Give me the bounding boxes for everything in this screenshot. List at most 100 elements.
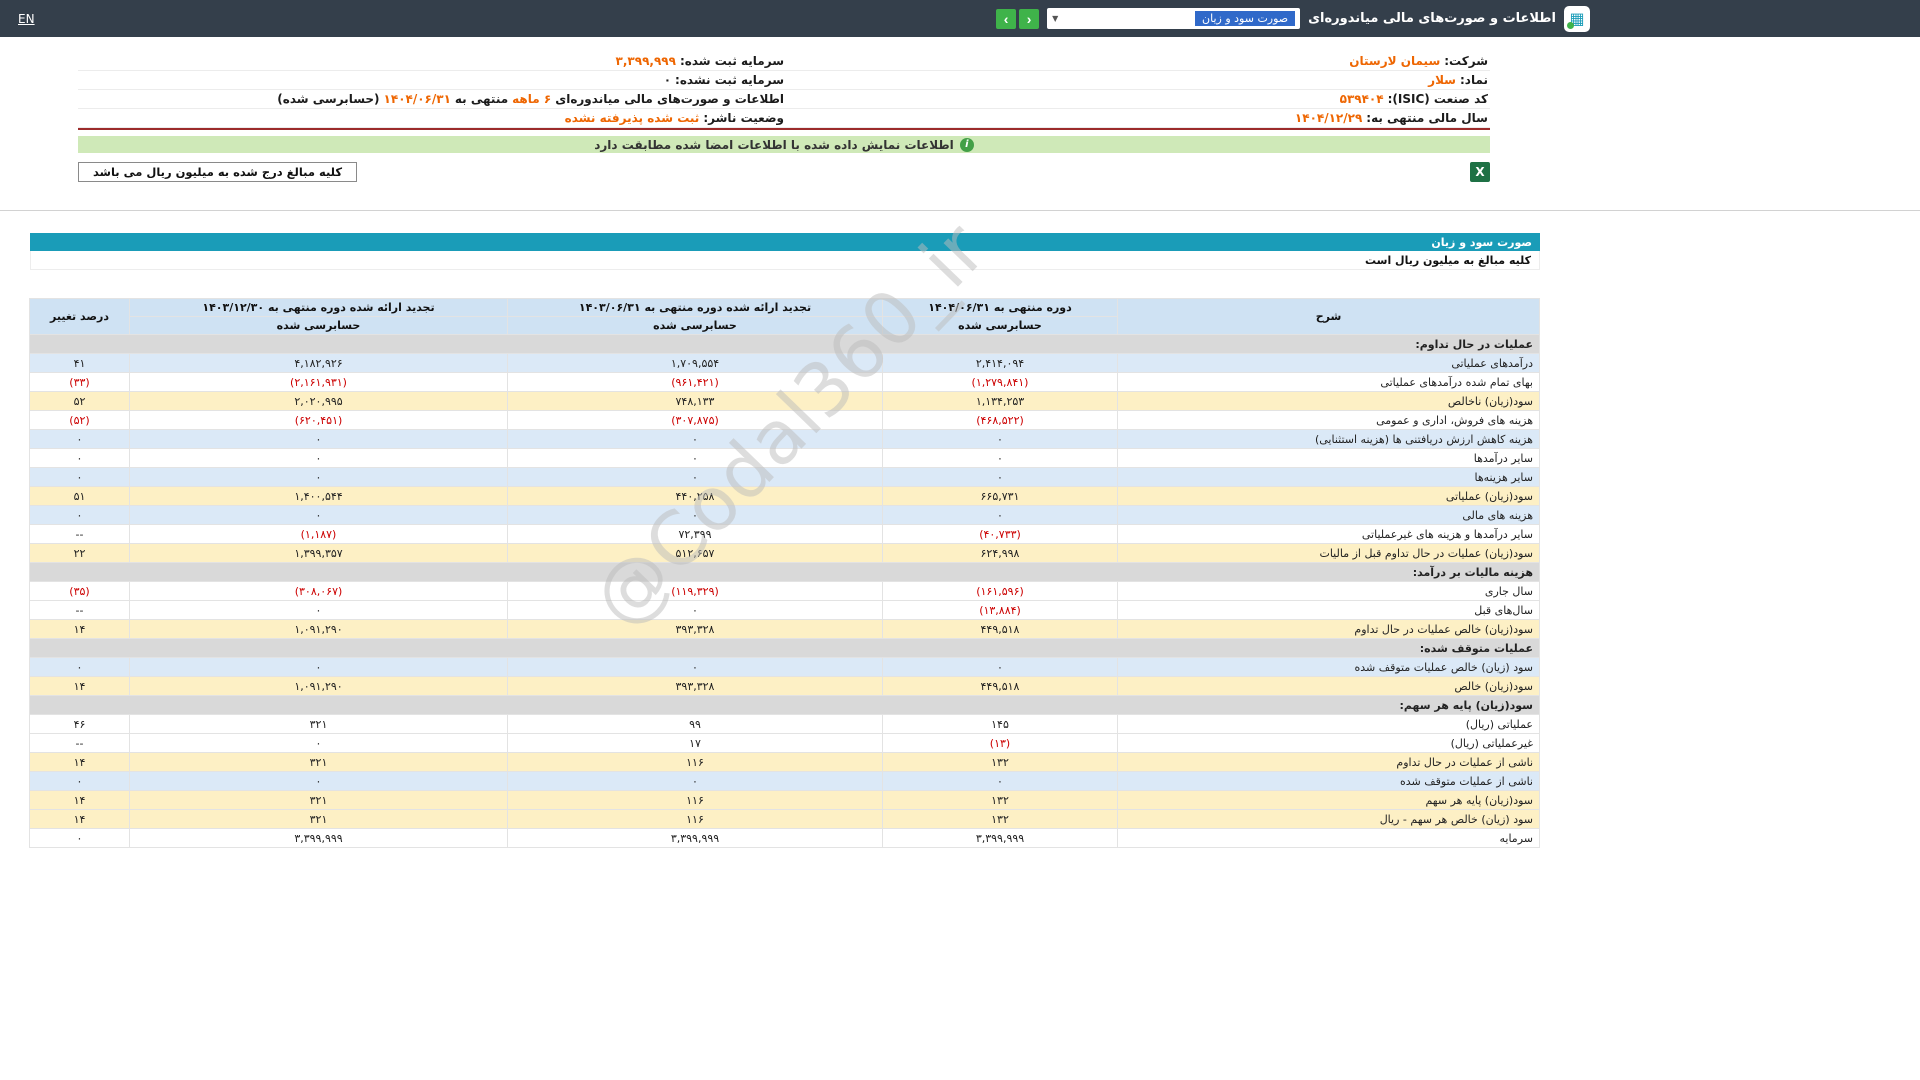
col-header-description: شرح xyxy=(1117,298,1540,335)
million-rial-note: کلیه مبالغ درج شده به میلیون ریال می باش… xyxy=(78,162,358,182)
row-description: درآمدهای عملیاتی xyxy=(1117,353,1540,373)
value-cell: ۰ xyxy=(507,771,883,791)
data-row: ناشی از عملیات در حال تداوم ۱۳۲ ۱۱۶ ۳۲۱ ۱۴ xyxy=(29,752,1540,772)
value-cell: ۱۴۵ xyxy=(882,714,1118,734)
section-title: عملیات در حال تداوم: xyxy=(29,334,1540,354)
section-divider xyxy=(0,210,1920,211)
value-cell: ۶۲۴,۹۹۸ xyxy=(882,543,1118,563)
info-value: سلار xyxy=(1428,73,1456,87)
company-info-row-unregistered-capital: سرمایه ثبت نشده: ۰ xyxy=(78,71,784,90)
value-cell: (۴۶۸,۵۲۲) xyxy=(882,410,1118,430)
signature-match-banner: i اطلاعات نمایش داده شده با اطلاعات امضا… xyxy=(78,136,1490,153)
change-cell: ۰ xyxy=(29,657,130,677)
data-row: سرمایه ۳,۳۹۹,۹۹۹ ۳,۳۹۹,۹۹۹ ۳,۳۹۹,۹۹۹ ۰ xyxy=(29,828,1540,848)
value-cell: ۰ xyxy=(507,600,883,620)
value-cell: ۰ xyxy=(882,657,1118,677)
chevron-down-icon: ▼ xyxy=(1052,14,1059,23)
data-row: سود(زیان) عملیات در حال تداوم قبل از مال… xyxy=(29,543,1540,563)
value-cell: ۱,۳۹۹,۳۵۷ xyxy=(129,543,508,563)
row-description: عملیاتی (ریال) xyxy=(1117,714,1540,734)
value-cell: ۰ xyxy=(129,429,508,449)
info-label: سال مالی منتهی به: xyxy=(1366,111,1488,125)
data-row: بهای تمام شده درآمدهای عملیاتی (۱,۲۷۹,۸۴۱… xyxy=(29,372,1540,392)
row-description: سال جاری xyxy=(1117,581,1540,601)
value-cell: ۰ xyxy=(882,467,1118,487)
value-cell: (۴۰,۷۳۳) xyxy=(882,524,1118,544)
value-cell: ۰ xyxy=(507,429,883,449)
col-header-period-2: تجدید ارائه شده دوره منتهی به ۱۴۰۳/۰۶/۳۱ xyxy=(507,298,883,317)
data-row: سال جاری (۱۶۱,۵۹۶) (۱۱۹,۳۲۹) (۳۰۸,۰۶۷) (۳۵) xyxy=(29,581,1540,601)
value-cell: ۲,۰۲۰,۹۹۵ xyxy=(129,391,508,411)
change-cell: ۰ xyxy=(29,429,130,449)
company-info-row-isic-code: کد صنعت (ISIC): ۵۳۹۴۰۴ xyxy=(784,90,1490,109)
prev-statement-button[interactable]: ‹ xyxy=(996,8,1017,29)
data-row: درآمدهای عملیاتی ۲,۴۱۴,۰۹۴ ۱,۷۰۹,۵۵۴ ۴,۱۸۲,… xyxy=(29,353,1540,373)
info-value: ۶ ماهه xyxy=(512,92,552,106)
data-row: سود(زیان) عملیاتی ۶۶۵,۷۳۱ ۴۴۰,۲۵۸ ۱,۴۰۰,۵۴۴… xyxy=(29,486,1540,506)
value-cell: ۱,۴۰۰,۵۴۴ xyxy=(129,486,508,506)
income-statement-table: شرح دوره منتهی به ۱۴۰۴/۰۶/۳۱ تجدید ارائه ش… xyxy=(29,298,1540,848)
signature-match-text: اطلاعات نمایش داده شده با اطلاعات امضا ش… xyxy=(594,137,954,152)
data-row: غیرعملیاتی (ریال) (۱۳) ۱۷ ۰ -- xyxy=(29,733,1540,753)
value-cell: ۳۲۱ xyxy=(129,752,508,772)
section-row: هزینه مالیات بر درآمد: xyxy=(29,562,1540,582)
change-cell: ۱۴ xyxy=(29,809,130,829)
value-cell: (۱,۲۷۹,۸۴۱) xyxy=(882,372,1118,392)
language-en-link[interactable]: EN xyxy=(18,12,35,26)
row-description: سود(زیان) عملیات در حال تداوم قبل از مال… xyxy=(1117,543,1540,563)
value-cell: ۴۴۹,۵۱۸ xyxy=(882,619,1118,639)
statement-type-select[interactable]: صورت سود و زیان ▼ xyxy=(1047,8,1301,29)
value-cell: ۹۹ xyxy=(507,714,883,734)
value-cell: ۰ xyxy=(129,448,508,468)
statement-table-body: عملیات در حال تداوم: درآمدهای عملیاتی ۲,۴۱… xyxy=(29,334,1540,848)
info-label: سرمایه ثبت نشده: xyxy=(675,73,784,87)
section-title: هزینه مالیات بر درآمد: xyxy=(29,562,1540,582)
value-cell: ۴,۱۸۲,۹۲۶ xyxy=(129,353,508,373)
company-info-row-fiscal-year-end: سال مالی منتهی به: ۱۴۰۴/۱۲/۲۹ xyxy=(784,109,1490,128)
col-subheader-audited-3: حسابرسی شده xyxy=(129,316,508,335)
info-value: سیمان لارستان xyxy=(1349,54,1441,68)
change-cell: ۱۴ xyxy=(29,676,130,696)
value-cell: ۴۴۰,۲۵۸ xyxy=(507,486,883,506)
row-description: ناشی از عملیات متوقف شده xyxy=(1117,771,1540,791)
excel-export-icon[interactable]: X xyxy=(1470,162,1490,182)
value-cell: (۱۱۹,۳۲۹) xyxy=(507,581,883,601)
statement-title: صورت سود و زیان xyxy=(1431,235,1532,249)
row-description: سود(زیان) عملیاتی xyxy=(1117,486,1540,506)
value-cell: ۱۳۲ xyxy=(882,752,1118,772)
info-value: ۵۳۹۴۰۴ xyxy=(1339,92,1384,106)
info-value: ۳,۳۹۹,۹۹۹ xyxy=(615,54,676,68)
statement-units-note: کلیه مبالغ به میلیون ریال است xyxy=(30,251,1540,270)
value-cell: ۱۱۶ xyxy=(507,809,883,829)
value-cell: ۱۱۶ xyxy=(507,790,883,810)
info-label: (حسابرسی شده) xyxy=(277,92,380,106)
navbar-content: ▦ اطلاعات و صورت‌های مالی میاندوره‌ای صو… xyxy=(996,0,1590,37)
value-cell: ۲,۴۱۴,۰۹۴ xyxy=(882,353,1118,373)
row-description: سود (زیان) خالص هر سهم - ریال xyxy=(1117,809,1540,829)
value-cell: ۱,۷۰۹,۵۵۴ xyxy=(507,353,883,373)
data-row: عملیاتی (ریال) ۱۴۵ ۹۹ ۳۲۱ ۴۶ xyxy=(29,714,1540,734)
codal360-logo-icon[interactable]: ▦ xyxy=(1564,5,1590,32)
info-label: اطلاعات و صورت‌های مالی میاندوره‌ای xyxy=(555,92,784,106)
change-cell: ۴۱ xyxy=(29,353,130,373)
change-cell: -- xyxy=(29,600,130,620)
value-cell: ۳,۳۹۹,۹۹۹ xyxy=(882,828,1118,848)
col-header-period-1: دوره منتهی به ۱۴۰۴/۰۶/۳۱ xyxy=(882,298,1118,317)
company-info-right: شرکت: سیمان لارستان نماد: سلار کد صنعت (ISIC… xyxy=(784,52,1490,128)
change-cell: ۵۲ xyxy=(29,391,130,411)
statement-table-head: شرح دوره منتهی به ۱۴۰۴/۰۶/۳۱ تجدید ارائه ش… xyxy=(29,298,1540,335)
change-cell: ۱۴ xyxy=(29,619,130,639)
value-cell: ۳۹۳,۳۲۸ xyxy=(507,619,883,639)
value-cell: ۰ xyxy=(129,657,508,677)
row-description: سود(زیان) ناخالص xyxy=(1117,391,1540,411)
company-info-row-registered-capital: سرمایه ثبت شده: ۳,۳۹۹,۹۹۹ xyxy=(78,52,784,71)
value-cell: ۰ xyxy=(507,657,883,677)
data-row: سود(زیان) ناخالص ۱,۱۳۴,۲۵۳ ۷۴۸,۱۳۳ ۲,۰۲۰,۹۹… xyxy=(29,391,1540,411)
change-cell: -- xyxy=(29,733,130,753)
company-info-row-company: شرکت: سیمان لارستان xyxy=(784,52,1490,71)
top-navbar: EN ▦ اطلاعات و صورت‌های مالی میاندوره‌ای… xyxy=(0,0,1920,37)
row-description: بهای تمام شده درآمدهای عملیاتی xyxy=(1117,372,1540,392)
next-statement-button[interactable]: › xyxy=(1019,8,1040,29)
value-cell: (۶۲۰,۴۵۱) xyxy=(129,410,508,430)
info-value: ۰ xyxy=(663,73,672,87)
